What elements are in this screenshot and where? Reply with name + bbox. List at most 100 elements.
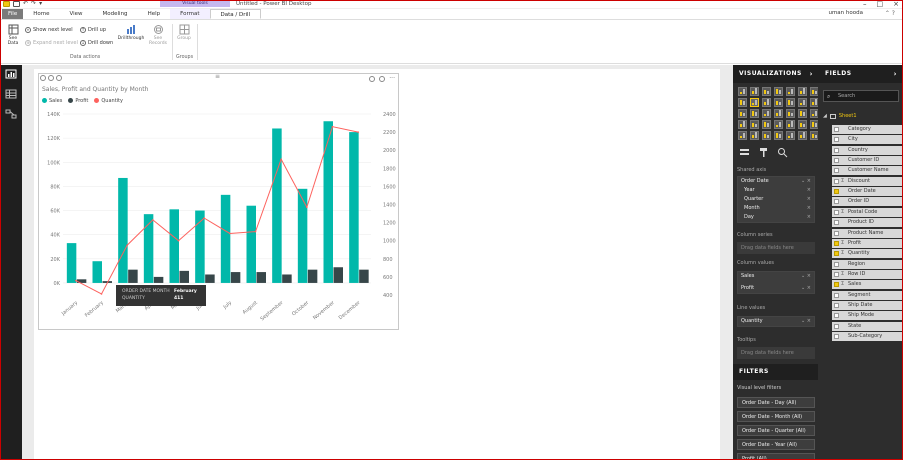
remove-field-icon[interactable]: ⌄ × [801,272,811,281]
field-item[interactable]: Customer ID [832,156,902,166]
fields-well-icon[interactable] [739,147,750,158]
column-values-well[interactable]: Sales ⌄ × Profit ⌄ × [737,271,815,294]
tab-modeling[interactable]: Modeling [93,9,138,19]
visual-type-line-clustered-column-icon[interactable] [750,98,759,107]
visual-type-icon[interactable] [750,109,759,118]
visual-type-icon[interactable] [786,87,795,96]
collapse-chevron-icon[interactable]: › [810,65,813,83]
line-values-well[interactable]: Quantity ⌄ × [737,316,815,327]
redo-icon[interactable]: ↷ [31,1,36,7]
field-item[interactable]: Segment [832,290,902,300]
field-item[interactable]: Product ID [832,218,902,228]
field-checkbox[interactable] [834,271,839,277]
expand-next-level-button[interactable]: ⊕ Expand next level [25,40,78,46]
visual-type-icon[interactable] [774,98,783,107]
visual-type-icon[interactable] [774,131,783,140]
field-checkbox[interactable] [834,230,839,236]
field-item[interactable]: Σ Postal Code [832,207,902,217]
table-node-sheet1[interactable]: ◢ Sheet1 [823,113,857,119]
undo-icon[interactable]: ↶ [23,1,28,7]
see-records-button[interactable]: See Records [146,24,170,46]
visual-type-icon[interactable] [738,131,747,140]
format-paint-roller-icon[interactable] [758,147,769,158]
field-item[interactable]: Σ Sales [832,280,902,290]
visual-type-icon[interactable] [750,131,759,140]
visual-type-icon[interactable] [786,109,795,118]
well-item[interactable]: Order Date ⌄ × [738,177,814,186]
user-name[interactable]: uman hooda [828,10,863,16]
well-item[interactable]: Profit ⌄ × [738,284,814,293]
visual-type-icon[interactable] [798,131,807,140]
field-item[interactable]: Ship Mode [832,311,902,321]
well-item[interactable]: Year × [738,186,814,195]
column-series-dropzone[interactable]: Drag data fields here [737,242,815,254]
visual-type-icon[interactable] [762,87,771,96]
visual-type-icon[interactable] [798,120,807,129]
tab-file[interactable]: File [2,9,24,19]
field-checkbox[interactable] [834,261,839,267]
drillthrough-button[interactable]: Drillthrough [115,24,147,41]
field-checkbox[interactable] [834,178,839,184]
well-item[interactable]: Quarter × [738,195,814,204]
visual-type-icon[interactable] [798,87,807,96]
well-item[interactable]: Day × [738,213,814,222]
field-checkbox[interactable] [834,292,839,298]
combo-chart-visual[interactable]: ≡ ··· Sales, Profit and Quantity by Mont… [38,73,399,330]
maximize-icon[interactable]: □ [877,0,884,8]
filter-item[interactable]: Profit (All) [737,453,815,460]
well-item[interactable]: Quantity ⌄ × [738,317,814,326]
field-checkbox[interactable] [834,240,839,246]
filter-item[interactable]: Order Date - Day (All) [737,397,815,408]
field-item[interactable]: Σ Quantity [832,249,902,259]
field-item[interactable]: Product Name [832,228,902,238]
field-item[interactable]: Ship Date [832,300,902,310]
see-data-button[interactable]: See Data [4,24,22,46]
close-icon[interactable]: × [893,0,899,8]
tab-help[interactable]: Help [138,9,171,19]
field-checkbox[interactable] [834,282,839,288]
field-item[interactable]: Category [832,125,902,134]
field-item[interactable]: Σ Profit [832,238,902,248]
field-item[interactable]: Σ Discount [832,176,902,186]
field-item[interactable]: City [832,135,902,145]
field-checkbox[interactable] [834,209,839,215]
visual-type-icon[interactable] [774,120,783,129]
tab-data-drill[interactable]: Data / Drill [209,9,262,19]
tab-home[interactable]: Home [23,9,59,19]
field-checkbox[interactable] [834,168,839,174]
minimize-icon[interactable]: – [863,0,867,8]
relationships-view-icon[interactable] [5,109,17,119]
visual-type-icon[interactable] [798,109,807,118]
field-item[interactable]: Σ Row ID [832,269,902,279]
visual-type-icon[interactable] [738,120,747,129]
field-checkbox[interactable] [834,302,839,308]
field-checkbox[interactable] [834,313,839,319]
field-item[interactable]: Order Date [832,187,902,197]
visual-type-icon[interactable] [750,87,759,96]
field-item[interactable]: State [832,321,902,331]
field-item[interactable]: Sub-Category [832,332,902,341]
analytics-magnifier-icon[interactable] [777,147,788,158]
visual-type-icon[interactable] [762,98,771,107]
visual-type-icon[interactable] [738,98,747,107]
visual-type-icon[interactable] [774,109,783,118]
visual-type-icon[interactable] [786,120,795,129]
expand-arrow-icon[interactable]: ◢ [823,113,827,119]
remove-field-icon[interactable]: × [807,195,811,204]
field-checkbox[interactable] [834,189,839,195]
visual-type-icon[interactable] [786,131,795,140]
combo-chart[interactable]: 0K 20K 40K 60K 80K 100K 120K 140K 400 600 800 1000 1… [39,74,400,331]
field-checkbox[interactable] [834,251,839,257]
field-item[interactable]: Order ID [832,197,902,207]
field-item[interactable]: Country [832,145,902,155]
drill-down-button[interactable]: ↓ Drill down [80,40,113,46]
visual-type-icon[interactable] [762,131,771,140]
drill-up-button[interactable]: ↑ Drill up [80,27,106,33]
visual-type-icon[interactable] [762,109,771,118]
ribbon-collapse-icon[interactable]: ⌃ ? [885,10,895,17]
visual-type-icon[interactable] [798,98,807,107]
filter-item[interactable]: Order Date - Quarter (All) [737,425,815,436]
filter-item[interactable]: Order Date - Year (All) [737,439,815,450]
tab-format[interactable]: Format [170,9,210,19]
field-item[interactable]: Customer Name [832,166,902,176]
